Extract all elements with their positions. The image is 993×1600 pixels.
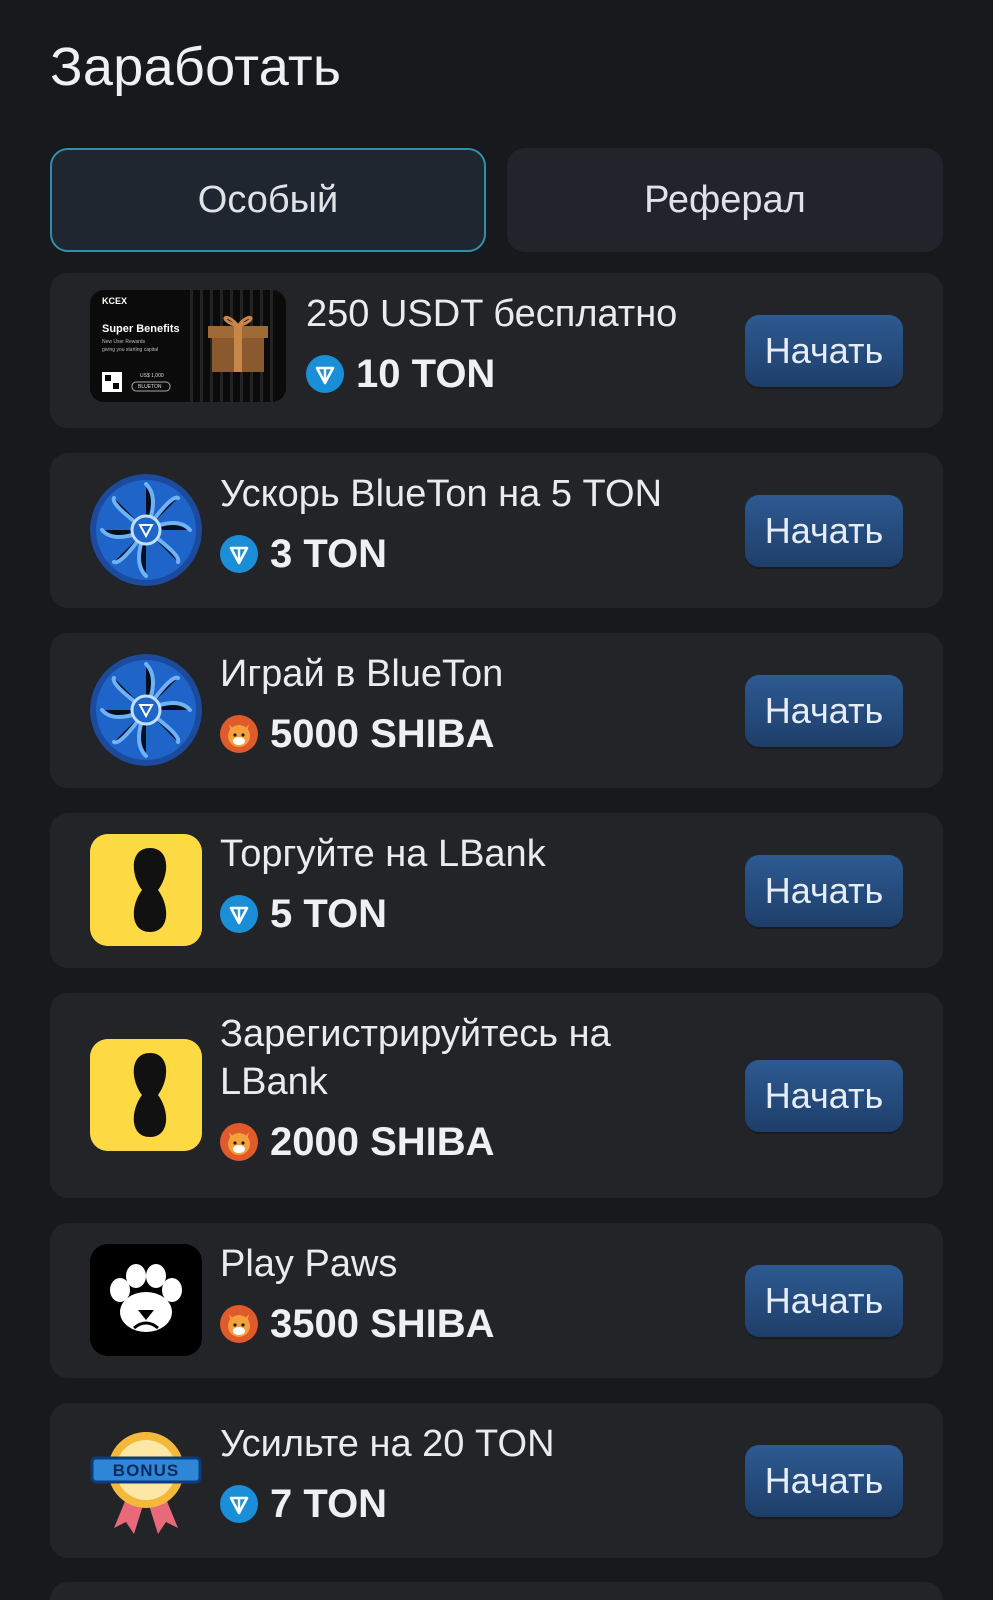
reward-amount: 3 TON (270, 531, 388, 576)
task-card: BONUS Усильте на 20 TON 7 TON Начать (50, 1403, 943, 1558)
page-title: Заработать (50, 37, 342, 97)
kcex-banner-icon: KCEX Super Benefits New User Rewards giv… (90, 290, 286, 402)
reward-amount: 2000 SHIBA (270, 1119, 495, 1164)
reward-amount: 5 TON (270, 891, 388, 936)
start-button[interactable]: Начать (745, 855, 903, 927)
tab-referral[interactable]: Реферал (507, 148, 943, 252)
task-reward: 5 TON (220, 890, 720, 938)
lbank-logo-icon (90, 1039, 202, 1151)
task-card: Ускорь BlueTon на 5 TON 3 TON Начать (50, 453, 943, 608)
kcex-sub2: giving you starting capital (102, 347, 159, 353)
task-text: Play Paws 3500 SHIBA (220, 1240, 720, 1348)
ton-coin-icon (220, 535, 258, 573)
ton-coin-icon (220, 895, 258, 933)
task-title: Ускорь BlueTon на 5 TON (220, 473, 663, 515)
reward-amount: 7 TON (270, 1481, 388, 1526)
shiba-coin-icon (220, 1123, 258, 1161)
start-button[interactable]: Начать (745, 1445, 903, 1517)
task-title: Торгуйте на LBank (220, 833, 546, 875)
reward-amount: 10 TON (356, 351, 496, 396)
task-text: Зарегистрируйтесь на LBank 2000 SHIBA (220, 1010, 670, 1166)
task-title: Зарегистрируйтесь на LBank (220, 1013, 611, 1103)
ton-coin-icon (306, 355, 344, 393)
tab-bar: Особый Реферал (50, 148, 943, 252)
task-reward: 5000 SHIBA (220, 710, 720, 758)
start-button[interactable]: Начать (745, 315, 903, 387)
lbank-logo-icon (90, 834, 202, 946)
start-button[interactable]: Начать (745, 495, 903, 567)
start-button[interactable]: Начать (745, 1060, 903, 1132)
task-title: Play Paws (220, 1243, 398, 1285)
task-card: Играй в BlueTon 5000 SHIBA Начать (50, 633, 943, 788)
task-reward: 3 TON (220, 530, 720, 578)
task-text: Торгуйте на LBank 5 TON (220, 830, 720, 938)
kcex-sub1: New User Rewards (102, 339, 146, 345)
task-reward: 3500 SHIBA (220, 1300, 720, 1348)
task-title: Усильте на 20 TON (220, 1423, 555, 1465)
task-title: 250 USDT бесплатно (306, 293, 678, 335)
reward-amount: 3500 SHIBA (270, 1301, 495, 1346)
task-title: Играй в BlueTon (220, 653, 504, 695)
task-reward: 7 TON (220, 1480, 720, 1528)
task-card: Зарегистрируйтесь на LBank 2000 SHIBA На… (50, 993, 943, 1198)
start-button[interactable]: Начать (745, 675, 903, 747)
shiba-coin-icon (220, 715, 258, 753)
blueton-turbine-icon (90, 654, 202, 766)
task-text: Играй в BlueTon 5000 SHIBA (220, 650, 720, 758)
paw-logo-icon (90, 1244, 202, 1356)
kcex-headline: Super Benefits (102, 323, 180, 335)
kcex-brand-label: KCEX (102, 296, 128, 306)
ton-coin-icon (220, 1485, 258, 1523)
tab-special[interactable]: Особый (50, 148, 486, 252)
task-text: 250 USDT бесплатно 10 TON (306, 290, 736, 398)
shiba-coin-icon (220, 1305, 258, 1343)
task-card: Торгуйте на LBank 5 TON Начать (50, 813, 943, 968)
task-reward: 2000 SHIBA (220, 1118, 670, 1166)
kcex-badge: BLUETON (138, 384, 162, 390)
kcex-tag: US$ 1,000 (140, 373, 164, 379)
reward-amount: 5000 SHIBA (270, 711, 495, 756)
blueton-turbine-icon (90, 474, 202, 586)
task-card: KCEX Super Benefits New User Rewards giv… (50, 273, 943, 428)
start-button[interactable]: Начать (745, 1265, 903, 1337)
task-text: Усильте на 20 TON 7 TON (220, 1420, 720, 1528)
task-text: Ускорь BlueTon на 5 TON 3 TON (220, 470, 720, 578)
task-card-partial (50, 1582, 943, 1600)
bonus-badge-icon: BONUS (90, 1424, 202, 1536)
task-card: Play Paws 3500 SHIBA Начать (50, 1223, 943, 1378)
bonus-badge-text: BONUS (112, 1461, 180, 1480)
task-reward: 10 TON (306, 350, 736, 398)
